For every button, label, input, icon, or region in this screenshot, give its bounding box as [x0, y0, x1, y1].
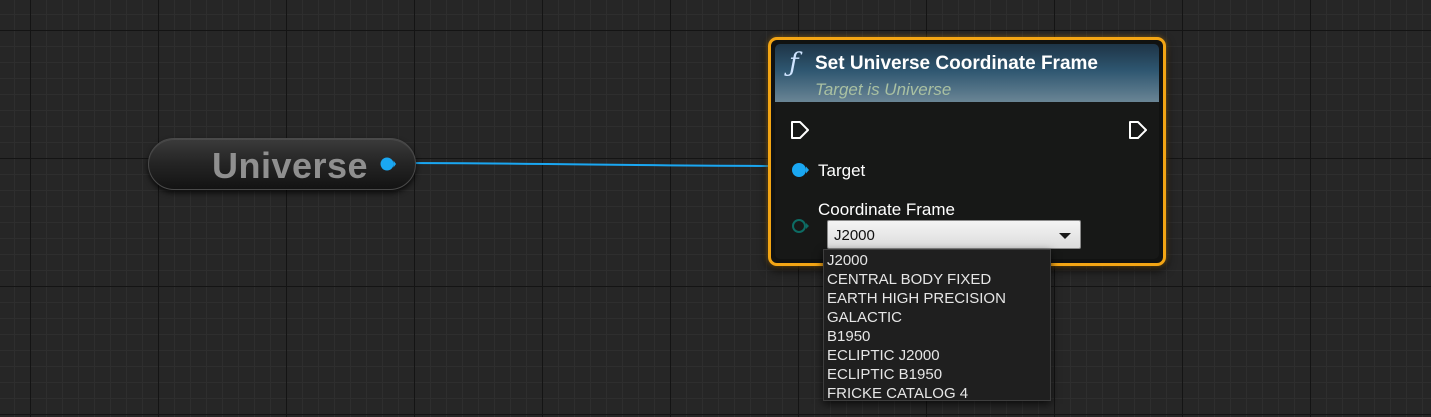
function-node-title: Set Universe Coordinate Frame — [815, 53, 1098, 74]
dropdown-item-ecliptic-j2000[interactable]: ECLIPTIC J2000 — [824, 346, 1050, 365]
dropdown-item-galactic[interactable]: GALACTIC — [824, 308, 1050, 327]
universe-variable-label: Universe — [211, 145, 369, 186]
function-node-body: ƒ Set Universe Coordinate Frame Target i… — [775, 44, 1159, 259]
chevron-down-icon — [1059, 233, 1071, 239]
target-pin-label: Target — [818, 161, 866, 180]
exec-out-pin-icon[interactable] — [1127, 119, 1149, 141]
coordinate-frame-combobox[interactable]: J2000 — [827, 220, 1081, 249]
coordinate-frame-dropdown-list: J2000 CENTRAL BODY FIXED EARTH HIGH PREC… — [823, 249, 1051, 403]
coordinate-frame-selected-value: J2000 — [834, 227, 875, 244]
universe-output-pin-icon[interactable] — [380, 156, 396, 172]
exec-in-pin-icon[interactable] — [789, 119, 811, 141]
dropdown-item-b1950[interactable]: B1950 — [824, 327, 1050, 346]
dropdown-item-ecliptic-b1950[interactable]: ECLIPTIC B1950 — [824, 365, 1050, 384]
dropdown-item-central-body-fixed[interactable]: CENTRAL BODY FIXED — [824, 270, 1050, 289]
connection-wire — [395, 162, 791, 167]
dropdown-item-earth-high-precision[interactable]: EARTH HIGH PRECISION — [824, 289, 1050, 308]
function-node-header: ƒ Set Universe Coordinate Frame Target i… — [775, 44, 1159, 102]
function-node-subtitle: Target is Universe — [815, 80, 952, 99]
coordinate-frame-input-pin-icon[interactable] — [791, 217, 809, 235]
function-icon: ƒ — [789, 48, 799, 78]
target-input-pin-icon[interactable] — [791, 161, 809, 179]
set-universe-coordinate-frame-node[interactable]: ƒ Set Universe Coordinate Frame Target i… — [768, 37, 1166, 266]
dropdown-item-fricke-catalog-4[interactable]: FRICKE CATALOG 4 — [824, 384, 1050, 403]
dropdown-item-j2000[interactable]: J2000 — [824, 251, 1050, 270]
universe-variable-node[interactable]: Universe — [148, 138, 416, 190]
coordinate-frame-pin-label: Coordinate Frame — [818, 200, 956, 219]
